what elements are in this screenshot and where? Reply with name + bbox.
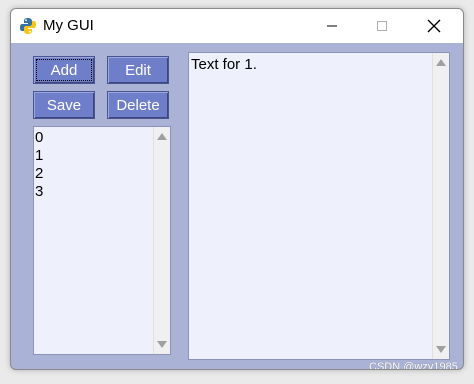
text-area-content: Text for 1. [191,56,257,73]
app-window: My GUI Add Edit Save Delete 0 1 2 3 Text… [10,8,464,370]
minimize-button[interactable] [309,9,355,43]
window-title: My GUI [43,17,94,34]
edit-button[interactable]: Edit [107,56,169,84]
add-button[interactable]: Add [33,56,95,84]
list-items: 0 1 2 3 [35,129,43,201]
listbox-scrollbar[interactable] [153,127,170,354]
scroll-up-arrow-icon[interactable] [436,59,446,66]
python-icon [20,18,36,34]
close-button[interactable] [411,9,457,43]
save-button[interactable]: Save [33,91,95,119]
delete-button[interactable]: Delete [107,91,169,119]
items-listbox[interactable]: 0 1 2 3 [33,126,171,355]
list-item[interactable]: 3 [35,183,43,201]
list-item[interactable]: 1 [35,147,43,165]
watermark-text: CSDN @wzy1985 [369,361,458,370]
text-area-scrollbar[interactable] [432,53,449,359]
scroll-up-arrow-icon[interactable] [157,133,167,140]
close-icon [427,19,441,33]
minimize-icon [327,25,337,27]
scroll-down-arrow-icon[interactable] [436,346,446,353]
maximize-button[interactable] [359,9,405,43]
maximize-icon [377,21,387,31]
text-area[interactable]: Text for 1. [188,52,450,360]
title-bar[interactable]: My GUI [11,9,463,43]
list-item[interactable]: 2 [35,165,43,183]
list-item[interactable]: 0 [35,129,43,147]
scroll-down-arrow-icon[interactable] [157,341,167,348]
